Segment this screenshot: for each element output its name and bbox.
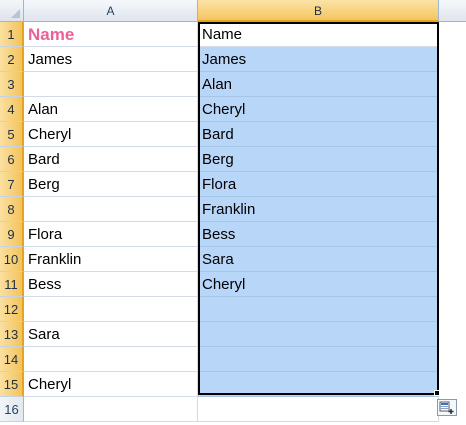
cell-b15[interactable] xyxy=(198,372,439,397)
cell-a13[interactable]: Sara xyxy=(24,322,198,347)
row-header-5[interactable]: 5 xyxy=(0,122,24,147)
cell-b4[interactable]: Cheryl xyxy=(198,97,439,122)
cell-a6[interactable]: Bard xyxy=(24,147,198,172)
cell-a15[interactable]: Cheryl xyxy=(24,372,198,397)
cell-a8[interactable] xyxy=(24,197,198,222)
cell-a10[interactable]: Franklin xyxy=(24,247,198,272)
row-header-2[interactable]: 2 xyxy=(0,47,24,72)
cell-a2[interactable]: James xyxy=(24,47,198,72)
spreadsheet-grid: A B 1 2 3 4 5 6 7 8 9 10 11 12 13 14 15 … xyxy=(0,0,466,425)
cell-b7[interactable]: Flora xyxy=(198,172,439,197)
cell-b2[interactable]: James xyxy=(198,47,439,72)
cell-b1[interactable]: Name xyxy=(198,22,439,47)
column-c-area[interactable] xyxy=(439,22,466,422)
cell-b12[interactable] xyxy=(198,297,439,322)
cell-b16[interactable] xyxy=(198,397,439,422)
cell-a7[interactable]: Berg xyxy=(24,172,198,197)
column-header-b[interactable]: B xyxy=(198,0,439,22)
cell-b6[interactable]: Berg xyxy=(198,147,439,172)
select-all-corner[interactable] xyxy=(0,0,24,22)
cell-a14[interactable] xyxy=(24,347,198,372)
row-header-6[interactable]: 6 xyxy=(0,147,24,172)
paste-options-icon xyxy=(439,401,454,414)
cell-b11[interactable]: Cheryl xyxy=(198,272,439,297)
cell-b14[interactable] xyxy=(198,347,439,372)
row-header-14[interactable]: 14 xyxy=(0,347,24,372)
cell-a11[interactable]: Bess xyxy=(24,272,198,297)
row-header-9[interactable]: 9 xyxy=(0,222,24,247)
cell-a1[interactable]: Name xyxy=(24,22,198,47)
row-header-4[interactable]: 4 xyxy=(0,97,24,122)
cell-a5[interactable]: Cheryl xyxy=(24,122,198,147)
cell-b5[interactable]: Bard xyxy=(198,122,439,147)
row-header-15[interactable]: 15 xyxy=(0,372,24,397)
paste-options-button[interactable] xyxy=(437,399,457,416)
cell-a9[interactable]: Flora xyxy=(24,222,198,247)
cell-a16[interactable] xyxy=(24,397,198,422)
cell-b10[interactable]: Sara xyxy=(198,247,439,272)
row-header-13[interactable]: 13 xyxy=(0,322,24,347)
row-header-10[interactable]: 10 xyxy=(0,247,24,272)
row-header-16[interactable]: 16 xyxy=(0,397,24,422)
row-header-8[interactable]: 8 xyxy=(0,197,24,222)
cell-b13[interactable] xyxy=(198,322,439,347)
column-header-a[interactable]: A xyxy=(24,0,198,22)
fill-handle[interactable] xyxy=(434,390,440,396)
cell-b9[interactable]: Bess xyxy=(198,222,439,247)
row-header-11[interactable]: 11 xyxy=(0,272,24,297)
cell-a3[interactable] xyxy=(24,72,198,97)
row-header-1[interactable]: 1 xyxy=(0,22,24,47)
column-header-c[interactable] xyxy=(439,0,466,22)
row-header-12[interactable]: 12 xyxy=(0,297,24,322)
row-header-3[interactable]: 3 xyxy=(0,72,24,97)
cell-a4[interactable]: Alan xyxy=(24,97,198,122)
cell-b3[interactable]: Alan xyxy=(198,72,439,97)
row-header-7[interactable]: 7 xyxy=(0,172,24,197)
cell-b8[interactable]: Franklin xyxy=(198,197,439,222)
cell-a12[interactable] xyxy=(24,297,198,322)
